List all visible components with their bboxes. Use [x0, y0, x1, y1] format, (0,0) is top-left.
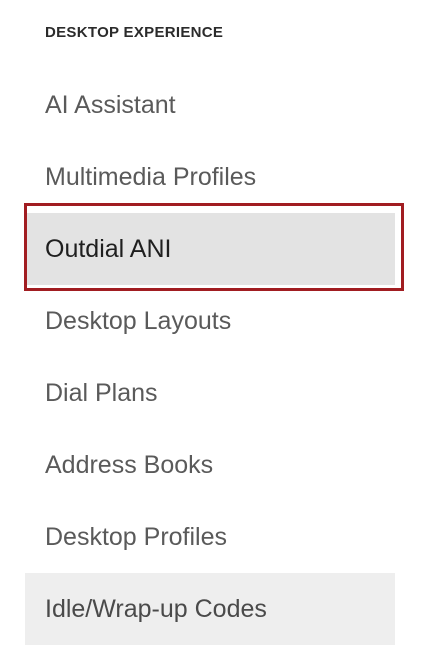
- nav-item-idle-wrap-up-codes[interactable]: Idle/Wrap-up Codes: [25, 573, 395, 645]
- nav-list: AI Assistant Multimedia Profiles Outdial…: [25, 69, 395, 645]
- nav-item-address-books[interactable]: Address Books: [25, 429, 395, 501]
- nav-item-outdial-ani[interactable]: Outdial ANI: [25, 213, 395, 285]
- nav-item-desktop-profiles[interactable]: Desktop Profiles: [25, 501, 395, 573]
- nav-item-dial-plans[interactable]: Dial Plans: [25, 357, 395, 429]
- nav-item-desktop-layouts[interactable]: Desktop Layouts: [25, 285, 395, 357]
- section-header: DESKTOP EXPERIENCE: [45, 24, 224, 41]
- nav-item-ai-assistant[interactable]: AI Assistant: [25, 69, 395, 141]
- nav-item-multimedia-profiles[interactable]: Multimedia Profiles: [25, 141, 395, 213]
- sidebar-panel: DESKTOP EXPERIENCE AI Assistant Multimed…: [0, 0, 440, 663]
